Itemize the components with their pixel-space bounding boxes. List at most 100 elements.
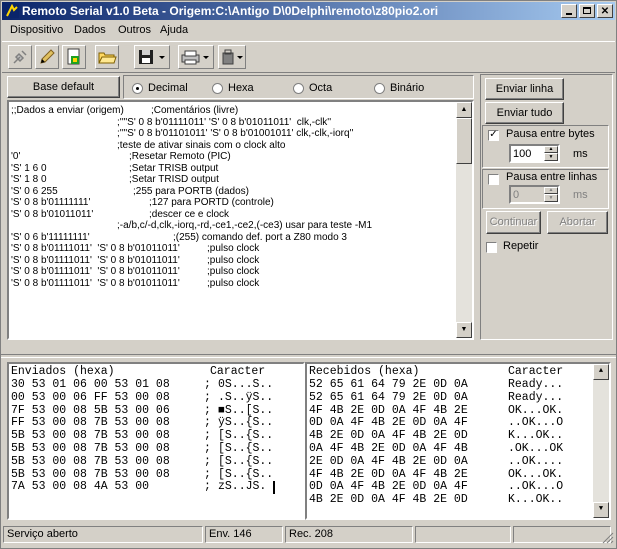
- title-bar[interactable]: Remoto Serial v1.0 Beta - Origem:C:\Anti…: [2, 2, 615, 20]
- enviar-linha-button[interactable]: Enviar linha: [485, 78, 564, 100]
- recv-chars: Ready...: [508, 390, 564, 404]
- scroll-down-button[interactable]: ▼: [456, 322, 472, 338]
- sent-chars: [S..{S..: [218, 454, 274, 468]
- scroll-up-button[interactable]: ▲: [593, 364, 609, 380]
- menu-outros[interactable]: Outros: [118, 24, 151, 36]
- editor-line[interactable]: 'S' 0 8 b'01111111' ;127 para PORTD (cont…: [11, 197, 454, 209]
- received-vertical-scrollbar[interactable]: ▲ ▼: [593, 364, 609, 518]
- editor-line-comment: ;descer ce e clock: [149, 208, 230, 220]
- source-editor[interactable]: ;;Dados a enviar (origem) ;Comentários (l…: [7, 100, 474, 340]
- editor-line[interactable]: 'S' 0 6 255 ;255 para PORTB (dados): [11, 186, 454, 198]
- recv-hex: 2E 0D 0A 4F 4B 2E 0D 0A: [309, 454, 468, 468]
- editor-line[interactable]: ;-a/b,c/-d,clk,-iorq,-rd,-ce1,-ce2,(-ce3…: [11, 220, 454, 232]
- recv-chars: K...OK..: [508, 493, 564, 507]
- editor-line[interactable]: 'S' 0 8 b'01111011' 'S' 0 8 b'01011011';…: [11, 266, 454, 278]
- pausa-bytes-checkbox[interactable]: ✓: [488, 130, 499, 141]
- pausa-bytes-down[interactable]: ▼: [544, 153, 558, 161]
- scroll-thumb[interactable]: [456, 118, 472, 164]
- pausa-linhas-input[interactable]: 0 ▲ ▼: [509, 185, 560, 204]
- scroll-down-button[interactable]: ▼: [593, 502, 609, 518]
- editor-line[interactable]: ;teste de ativar sinais com o clock alto: [11, 140, 454, 152]
- sent-hex: 5B 53 00 08 7B 53 00 08: [11, 442, 170, 455]
- close-button[interactable]: ✕: [597, 4, 613, 18]
- recv-row: 0D 0A 4F 4B 2E 0D 0A 4F ..OK...O: [309, 416, 563, 430]
- sent-chars: 0S...S..: [218, 378, 274, 391]
- base-default-button[interactable]: Base default: [7, 76, 120, 98]
- recv-chars: .OK...OK: [508, 442, 564, 455]
- radio-binario-label: Binário: [390, 82, 425, 94]
- app-icon: [5, 4, 19, 18]
- editor-line[interactable]: 'S' 0 8 b'01111011' 'S' 0 8 b'01011011';…: [11, 278, 454, 290]
- plug-icon: [13, 50, 27, 64]
- editor-line[interactable]: '0' ;Resetar Remoto (PIC): [11, 151, 454, 163]
- folder-open-icon: [98, 52, 117, 64]
- arrow-up-icon: ▲: [598, 367, 604, 375]
- recv-hex: 0D 0A 4F 4B 2E 0D 0A 4F: [309, 416, 468, 430]
- radio-hexa[interactable]: Hexa: [212, 82, 254, 94]
- recv-row: 52 65 61 64 79 2E 0D 0A Ready...: [309, 378, 563, 391]
- editor-line[interactable]: ;;Dados a enviar (origem) ;Comentários (l…: [11, 105, 454, 117]
- pausa-linhas-up[interactable]: ▲: [544, 187, 558, 194]
- editor-line-comment: ;Resetar Remoto (PIC): [129, 151, 231, 162]
- menu-dispositivo[interactable]: Dispositivo: [10, 24, 63, 36]
- tools-dropdown-button[interactable]: [218, 45, 246, 69]
- recv-char-header: Caracter: [508, 365, 564, 378]
- window-title: Remoto Serial v1.0 Beta - Origem:C:\Anti…: [22, 4, 439, 18]
- editor-line[interactable]: 'S' 0 8 b'01111011' 'S' 0 8 b'01011011';…: [11, 243, 454, 255]
- menu-ajuda[interactable]: Ajuda: [160, 24, 188, 36]
- sent-separator: ;: [204, 429, 211, 443]
- pane-splitter[interactable]: [1, 354, 616, 358]
- enviar-tudo-button[interactable]: Enviar tudo: [485, 102, 564, 124]
- sent-separator: ;: [204, 467, 211, 481]
- pausa-bytes-up[interactable]: ▲: [544, 146, 558, 153]
- editor-line[interactable]: 'S' 0 8 b'01111011' 'S' 0 8 b'01011011';…: [11, 255, 454, 267]
- editor-line-comment: ;pulso clock: [207, 266, 260, 277]
- editor-line-data: 'S' 0 6 255: [11, 185, 58, 197]
- editor-vertical-scrollbar[interactable]: ▲ ▼: [456, 102, 472, 338]
- toolbar: [2, 41, 615, 73]
- sent-hex: 30 53 01 06 00 53 01 08: [11, 378, 170, 391]
- editor-line[interactable]: ;''"S' 0 8 b'01111011' 'S' 0 8 b'0101101…: [11, 117, 454, 129]
- repetir-checkbox[interactable]: [486, 242, 497, 253]
- recv-hex: 4F 4B 2E 0D 0A 4F 4B 2E: [309, 403, 468, 417]
- report-button[interactable]: [62, 45, 86, 69]
- pausa-linhas-checkbox[interactable]: [488, 174, 499, 185]
- save-dropdown-button[interactable]: [134, 45, 170, 69]
- recv-header-row: Recebidos (hexa) Caracter: [309, 365, 563, 378]
- continuar-button[interactable]: Continuar: [486, 211, 541, 234]
- sent-hex-pane[interactable]: Enviados (hexa) Caracter 30 53 01 06 00 5…: [7, 362, 305, 520]
- radio-octa[interactable]: Octa: [293, 82, 332, 94]
- editor-line-comment: ;pulso clock: [207, 277, 260, 289]
- pausa-linhas-value: 0: [513, 189, 520, 201]
- size-grip-icon[interactable]: [602, 532, 614, 544]
- scroll-up-button[interactable]: ▲: [456, 102, 472, 118]
- status-panel-empty-1: [415, 526, 511, 543]
- minimize-button[interactable]: [561, 4, 577, 18]
- pausa-bytes-input[interactable]: 100 ▲ ▼: [509, 144, 560, 163]
- editor-line[interactable]: 'S' 0 6 b'11111111' ;(255) comando def. p…: [11, 232, 454, 244]
- editor-line[interactable]: 'S' 1 8 0 ;Setar TRISD output: [11, 174, 454, 186]
- close-icon: ✕: [600, 6, 610, 17]
- sent-row: 7F 53 00 08 5B 53 00 06; ■S..[S..: [11, 404, 273, 417]
- radio-decimal[interactable]: Decimal: [132, 82, 188, 94]
- editor-line[interactable]: ;''"S' 0 8 b'01101011' 'S' 0 8 b'0100101…: [11, 128, 454, 140]
- edit-button[interactable]: [35, 45, 59, 69]
- received-hex-pane[interactable]: Recebidos (hexa) Caracter 52 65 61 64 79 …: [305, 362, 611, 520]
- sent-separator: ;: [204, 480, 211, 494]
- abortar-button[interactable]: Abortar: [547, 211, 608, 234]
- sent-separator: ;: [204, 442, 211, 455]
- connect-button[interactable]: [8, 45, 32, 69]
- menu-dados[interactable]: Dados: [74, 24, 106, 36]
- recv-hex: 52 65 61 64 79 2E 0D 0A: [309, 378, 468, 391]
- arrow-up-icon: ▲: [460, 106, 468, 113]
- maximize-button[interactable]: [579, 4, 595, 18]
- open-button[interactable]: [95, 45, 119, 69]
- print-dropdown-button[interactable]: [178, 45, 214, 69]
- pausa-linhas-down[interactable]: ▼: [544, 194, 558, 202]
- editor-line-data: ;;Dados a enviar (origem): [11, 105, 124, 116]
- sent-header-row: Enviados (hexa) Caracter: [11, 365, 265, 378]
- pencil-icon: [40, 49, 55, 64]
- editor-line[interactable]: 'S' 1 6 0 ;Setar TRISB output: [11, 163, 454, 175]
- editor-line[interactable]: 'S' 0 8 b'01011011' ;descer ce e clock: [11, 209, 454, 221]
- radio-binario[interactable]: Binário: [374, 82, 424, 94]
